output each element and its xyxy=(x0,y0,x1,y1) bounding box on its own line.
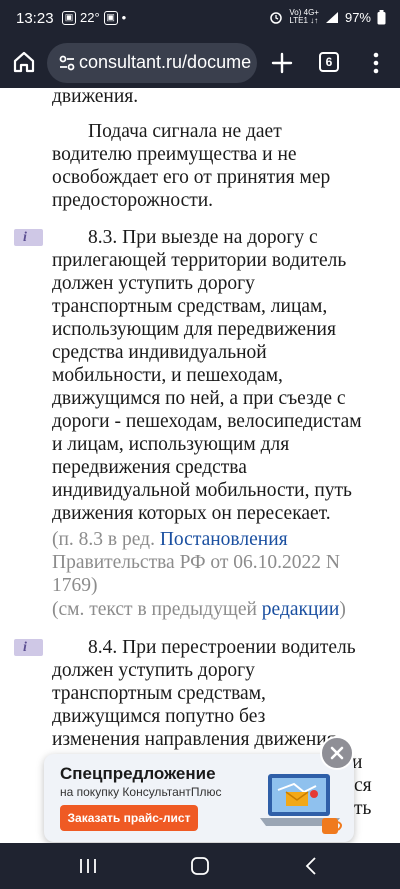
previous-text-prefix: (см. текст в предыдущей xyxy=(52,599,262,620)
home-icon[interactable] xyxy=(10,48,38,76)
promo-title: Спецпредложение xyxy=(60,764,216,783)
text-line: освобождает его от принятия мер xyxy=(52,167,331,188)
notification-icons: ▣ 22° ▣ • xyxy=(62,10,126,25)
edition-note-line: 1769) xyxy=(52,575,98,596)
battery-level: 97% xyxy=(344,9,371,25)
text-line: и лицам, использующим для xyxy=(52,434,290,455)
close-promo-button[interactable] xyxy=(320,736,354,770)
navigation-bar xyxy=(0,843,400,889)
more-vert-icon[interactable] xyxy=(368,50,384,76)
text-line: Подача сигнала не дает xyxy=(88,121,282,142)
edition-note: (п. 8.3 в ред. Постановления xyxy=(52,528,288,551)
temperature: 22° xyxy=(80,10,100,25)
promo-banner[interactable]: Спецпредложение на покупку КонсультантПл… xyxy=(44,754,354,842)
tune-icon[interactable] xyxy=(57,53,77,73)
url-text: consultant.ru/docume xyxy=(79,52,252,72)
laptop-illustration-icon xyxy=(260,774,342,834)
text-line: 8.4. При перестроении водитель xyxy=(88,637,356,658)
text-line: предосторожности. xyxy=(52,190,214,211)
text-line: движущимся попутно без xyxy=(52,706,266,727)
text-line: использующим для передвижения xyxy=(52,319,336,340)
previous-edition-link[interactable]: редакции xyxy=(262,599,340,620)
document-body: движения. Подача сигнала не дает водител… xyxy=(0,88,400,843)
address-bar[interactable]: consultant.ru/docume xyxy=(47,43,257,83)
close-icon xyxy=(330,746,344,760)
gallery-notification-icon: ▣ xyxy=(62,10,76,25)
text-line-fragment: ся xyxy=(354,775,372,796)
text-line: водителю преимущества и не xyxy=(52,144,297,165)
network-type: Vo) 4G+ LTE1 ↓↑ xyxy=(289,8,319,25)
alarm-icon xyxy=(270,12,283,24)
more-notifications-dot: • xyxy=(121,10,127,25)
plus-icon[interactable] xyxy=(268,49,296,77)
clock: 13:23 xyxy=(16,10,54,27)
info-icon[interactable]: i xyxy=(14,639,43,656)
signal-icon xyxy=(325,11,338,23)
browser-toolbar: consultant.ru/docume 6 xyxy=(0,38,400,88)
text-line: средства индивидуальной xyxy=(52,342,267,363)
text-line: 8.3. При выезде на дорогу с xyxy=(88,227,318,248)
order-price-list-button[interactable]: Заказать прайс-лист xyxy=(60,805,198,831)
previous-text-suffix: ) xyxy=(339,599,346,620)
edition-note-line: Правительства РФ от 06.10.2022 N xyxy=(52,552,340,573)
decree-link[interactable]: Постановления xyxy=(160,529,288,550)
text-line: должен уступить дорогу xyxy=(52,273,255,294)
recents-icon[interactable] xyxy=(76,855,100,877)
text-line: должен уступить дорогу xyxy=(52,660,255,681)
info-icon[interactable]: i xyxy=(14,229,43,246)
text-line: движущимся по ней, а при съезде с xyxy=(52,388,346,409)
battery-icon xyxy=(377,9,386,24)
status-bar: 13:23 ▣ 22° ▣ • Vo) 4G+ LTE1 ↓↑ 97% xyxy=(0,0,400,38)
text-line: движения. xyxy=(52,88,139,107)
text-line: транспортным средствам, xyxy=(52,683,266,704)
tab-switcher-button[interactable]: 6 xyxy=(319,52,339,72)
text-line: передвижения средства xyxy=(52,457,247,478)
edition-note-prefix: (п. 8.3 в ред. xyxy=(52,529,160,550)
text-line: транспортным средствам, лицам, xyxy=(52,296,328,317)
system-icons: Vo) 4G+ LTE1 ↓↑ 97% xyxy=(269,9,386,25)
previous-text-note: (см. текст в предыдущей редакции) xyxy=(52,598,346,621)
text-line: мобильности, и пешеходам, xyxy=(52,365,283,386)
text-line: дороги - пешеходам, велосипедистам xyxy=(52,411,362,432)
text-line: изменения направления движения. xyxy=(52,729,341,750)
text-line: движения которых он пересекает. xyxy=(52,503,331,524)
gallery-notification-icon-2: ▣ xyxy=(103,10,118,25)
text-line: индивидуальной мобильности, путь xyxy=(52,480,352,501)
promo-subtitle: на покупку КонсультантПлюс xyxy=(60,785,222,799)
back-icon[interactable] xyxy=(300,855,324,877)
text-line: прилегающей территории водитель xyxy=(52,250,347,271)
nav-home-icon[interactable] xyxy=(188,855,212,877)
text-line-fragment: ть xyxy=(354,798,372,819)
